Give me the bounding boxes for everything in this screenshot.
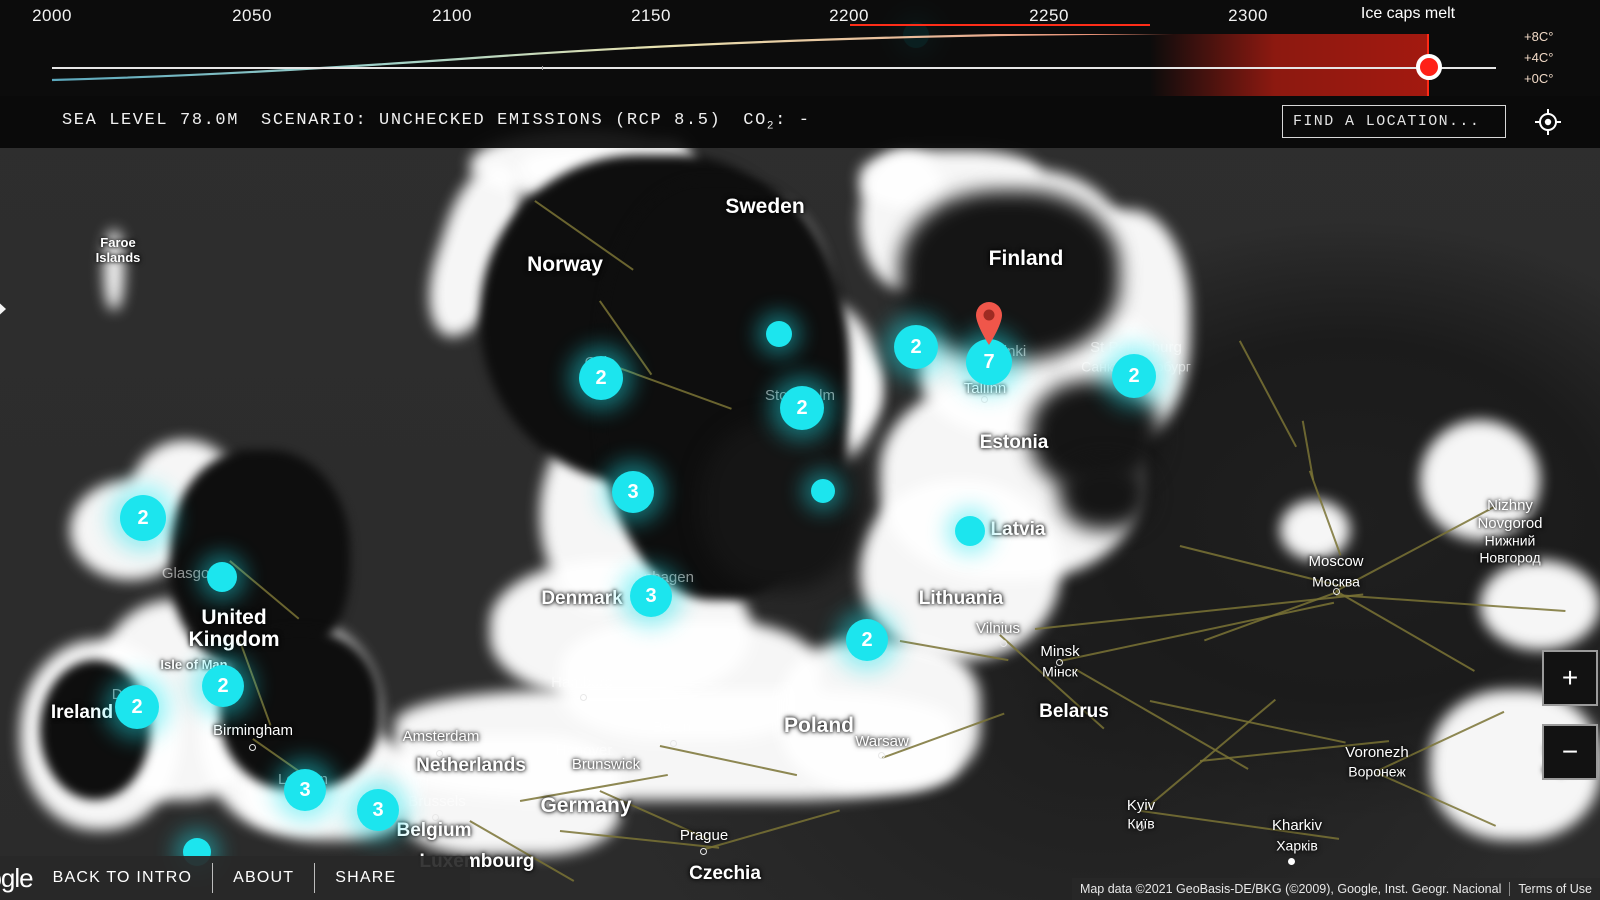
zoom-out-button[interactable]: −: [1542, 724, 1598, 780]
map-cluster-marker[interactable]: 3: [612, 471, 654, 513]
timeline-year-2050: 2050: [232, 6, 272, 25]
status-readout: SEA LEVEL 78.0M SCENARIO: UNCHECKED EMISS…: [62, 111, 811, 132]
timeline-red-line: [850, 24, 1150, 26]
map-attribution: Map data ©2021 GeoBasis-DE/BKG (©2009), …: [1071, 878, 1600, 900]
timeline-year-2100: 2100: [432, 6, 472, 25]
map-cluster-marker[interactable]: 2: [894, 325, 938, 369]
map-cluster-marker[interactable]: 2: [1112, 354, 1156, 398]
zoom-controls[interactable]: + −: [1542, 650, 1600, 798]
map-cluster-marker[interactable]: [955, 516, 985, 546]
attribution-divider: [1509, 882, 1511, 896]
map-pin-icon: [976, 302, 1002, 345]
timeline-slider-track[interactable]: [52, 66, 1496, 70]
map-cluster-marker[interactable]: 2: [202, 665, 244, 707]
map-cluster-marker[interactable]: 2: [120, 495, 166, 541]
status-bar: SEA LEVEL 78.0M SCENARIO: UNCHECKED EMISS…: [0, 96, 1600, 148]
timeline-slider-handle[interactable]: [1416, 54, 1442, 80]
ice-caps-melt-label: Ice caps melt: [1360, 5, 1456, 22]
about-link[interactable]: ABOUT: [233, 869, 294, 887]
attribution-text: Map data ©2021 GeoBasis-DE/BKG (©2009), …: [1079, 882, 1502, 896]
scenario-value: SCENARIO: UNCHECKED EMISSIONS (RCP 8.5): [261, 111, 722, 131]
sea-level-value: SEA LEVEL 78.0M: [62, 111, 240, 131]
bottom-divider-2: [314, 863, 316, 893]
map-expand-arrow-icon[interactable]: [0, 298, 6, 320]
co2-label: CO: [743, 111, 767, 131]
search-container[interactable]: [1282, 105, 1506, 138]
map-cluster-marker[interactable]: 2: [579, 356, 623, 400]
terms-of-use-link[interactable]: Terms of Use: [1518, 882, 1592, 896]
zoom-in-button[interactable]: +: [1542, 650, 1598, 706]
timeline-year-2150: 2150: [631, 6, 671, 25]
timeline-red-progress: [850, 24, 1429, 96]
back-to-intro-link[interactable]: BACK TO INTRO: [53, 869, 192, 887]
bottom-divider-1: [212, 863, 214, 893]
timeline-year-2250: 2250: [1029, 6, 1069, 25]
selected-location-pin[interactable]: [972, 299, 1006, 345]
co2-subscript: 2: [766, 120, 776, 133]
timeline-year-2300: 2300: [1228, 6, 1268, 25]
map-cluster-marker[interactable]: 2: [780, 386, 824, 430]
timeline-year-2000: 2000: [32, 6, 72, 25]
timeline-panel[interactable]: 2000 2050 2100 2150 2200 2250 2300 Ice caps me…: [0, 0, 1600, 96]
map-cluster-marker[interactable]: 3: [630, 575, 672, 617]
share-link[interactable]: SHARE: [335, 869, 396, 887]
map-cluster-marker[interactable]: 7: [966, 339, 1012, 385]
timeline-year-2200: 2200: [829, 6, 869, 25]
map-cluster-marker[interactable]: [207, 562, 237, 592]
map-cluster-marker[interactable]: 3: [284, 769, 326, 811]
timeline-track-lane[interactable]: [0, 24, 1600, 96]
map-cluster-marker[interactable]: 2: [846, 619, 888, 661]
locate-me-icon[interactable]: [1534, 108, 1562, 136]
search-input[interactable]: [1282, 105, 1506, 138]
map-cluster-marker[interactable]: 2: [115, 685, 159, 729]
sea-level-map-app: Sweden Norway Finland Estonia Latvia Lithuani…: [0, 0, 1600, 900]
map-cluster-marker[interactable]: 3: [357, 789, 399, 831]
bottom-bar: oogle BACK TO INTRO ABOUT SHARE: [0, 856, 470, 900]
co2-value: : -: [775, 111, 811, 131]
google-logo: oogle: [0, 862, 34, 893]
map-cluster-marker[interactable]: [766, 321, 792, 347]
map-cluster-marker[interactable]: [811, 479, 835, 503]
